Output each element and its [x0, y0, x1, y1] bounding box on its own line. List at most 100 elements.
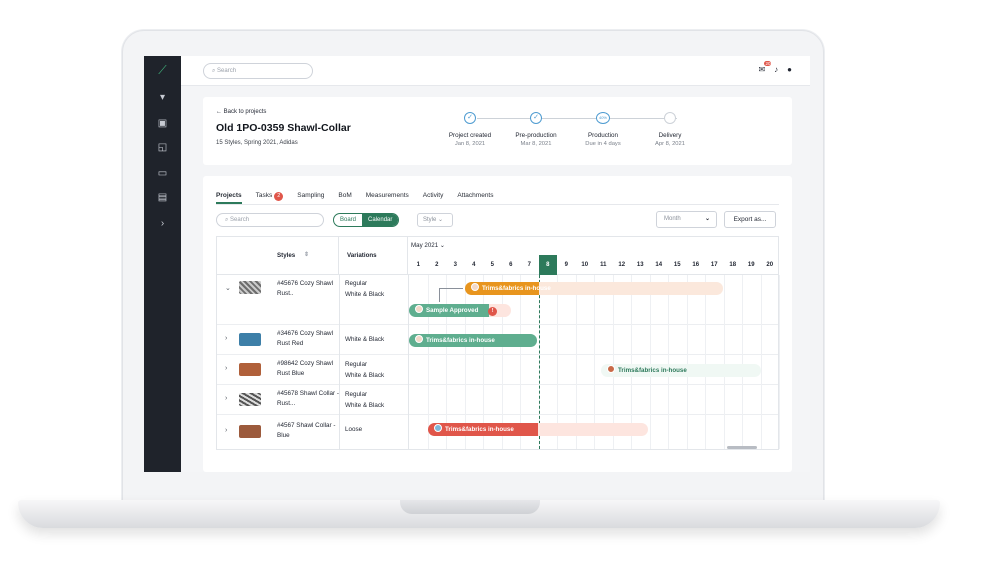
day-cell[interactable]: 8 [538, 255, 557, 275]
mail-icon[interactable]: ✉ 20 [758, 61, 772, 74]
day-cell[interactable]: 16 [687, 255, 706, 275]
chevron-right-icon[interactable]: › [225, 395, 227, 402]
briefcase-icon[interactable]: ▣ [156, 118, 169, 130]
month-select-label: Month [664, 216, 681, 222]
app-screen: ⟋ ▾ ▣ ◱ ▭ ▤ › ⌕ Search ✉ 20 ♪ ● ← Back to… [144, 56, 810, 472]
step-label: Pre-production [515, 132, 557, 139]
style-filter-select[interactable]: Style ⌄ [417, 213, 453, 227]
step-label: Production [587, 132, 619, 139]
sort-icon[interactable]: ⇕ [304, 251, 309, 258]
variations-column-header: Variations [339, 237, 408, 275]
chevron-down-icon[interactable]: ⌄ [225, 284, 231, 292]
day-gridline [686, 275, 688, 449]
variation-color: White & Black [345, 336, 385, 343]
day-cell[interactable]: 14 [650, 255, 669, 275]
variations-header-label: Variations [347, 252, 377, 259]
task-bar[interactable]: Trims&fabrics in-house [428, 423, 648, 436]
step-date: Jan 8, 2021 [454, 141, 486, 147]
month-select[interactable]: Month ⌄ [656, 211, 717, 228]
day-gridline [779, 275, 780, 449]
shirt-icon[interactable]: ▾ [156, 92, 169, 104]
day-cell[interactable]: 10 [576, 255, 595, 275]
variation-list: Regular White & Black [345, 359, 384, 381]
task-bar-label: Trims&fabrics in-house [426, 337, 495, 344]
top-icons: ✉ 20 ♪ ● [758, 61, 792, 74]
day-cell[interactable]: 11 [594, 255, 613, 275]
task-bar[interactable]: Sample Approved ! [409, 304, 511, 317]
back-link[interactable]: ← Back to projects [216, 109, 266, 115]
day-gridline [760, 275, 762, 449]
day-gridline [668, 275, 669, 449]
task-bar[interactable]: Trims&fabrics in-house [409, 334, 537, 347]
avatar [471, 283, 479, 291]
task-bar[interactable]: Trims&fabrics in-house [465, 282, 723, 295]
bell-icon[interactable]: ♪ [774, 65, 778, 74]
page-title: Old 1PO-0359 Shawl-Collar [216, 122, 351, 134]
chevron-right-icon[interactable]: › [225, 335, 227, 342]
step-date: Apr 8, 2021 [655, 141, 685, 147]
inbox-icon[interactable]: ▤ [156, 192, 169, 204]
calendar-view-button[interactable]: Calendar [362, 214, 399, 226]
variation-color: White & Black [345, 372, 385, 379]
step-date: Due in 4 days [585, 141, 621, 147]
day-cell[interactable]: 9 [557, 255, 576, 275]
day-cell[interactable]: 6 [502, 255, 521, 275]
tab-measurements[interactable]: Measurements [366, 192, 409, 204]
day-cell[interactable]: 17 [705, 255, 724, 275]
variation-color: White & Black [345, 402, 385, 409]
tab-bom[interactable]: BoM [338, 192, 351, 204]
day-cell[interactable]: 12 [613, 255, 632, 275]
day-cell[interactable]: 3 [446, 255, 465, 275]
variation-list: Regular White & Black [345, 278, 384, 300]
logo-icon: ⟋ [158, 63, 167, 77]
board-view-button[interactable]: Board [334, 214, 362, 226]
horizontal-scrollbar[interactable] [727, 446, 757, 449]
dependency-arrow [439, 288, 463, 302]
day-cell[interactable]: 13 [631, 255, 650, 275]
day-cell[interactable]: 5 [483, 255, 502, 275]
column-divider [339, 275, 340, 449]
folder-icon[interactable]: ▭ [156, 168, 169, 180]
tab-tasks[interactable]: Tasks 2 [256, 192, 284, 204]
search-input[interactable]: ⌕ Search [203, 63, 313, 79]
progress-ring-icon: 40% [596, 112, 610, 124]
style-name: #34676 Cozy Shawl Rust Red [277, 330, 334, 347]
user-icon[interactable]: ● [787, 65, 792, 74]
day-cell[interactable]: 18 [724, 255, 743, 275]
day-gridline [705, 275, 706, 449]
style-filter-label: Style [423, 217, 437, 223]
calendar-search-input[interactable]: ⌕ Search [216, 213, 324, 227]
day-cell[interactable]: 2 [428, 255, 447, 275]
back-label: Back to projects [223, 109, 267, 115]
export-button[interactable]: Export as... [724, 211, 776, 228]
tab-activity[interactable]: Activity [423, 192, 444, 204]
styles-column-header[interactable]: Styles ⇕ [217, 237, 339, 275]
laptop-notch [400, 500, 540, 514]
task-bar[interactable]: Trims&fabrics in-house [601, 364, 761, 377]
tag-icon[interactable]: ◱ [156, 142, 169, 154]
task-bar-label: Trims&fabrics in-house [482, 285, 551, 292]
chevron-right-icon[interactable]: › [156, 218, 169, 230]
progress-stepper: ✓ Project created Jan 8, 2021 ✓ Pre-prod… [435, 111, 705, 151]
chevron-right-icon[interactable]: › [225, 365, 227, 372]
alert-badge: ! [488, 307, 498, 316]
month-label[interactable]: May 2021 ⌄ [411, 242, 445, 249]
tab-projects[interactable]: Projects [216, 192, 242, 204]
avatar [607, 365, 615, 373]
tab-sampling[interactable]: Sampling [297, 192, 324, 204]
day-cell[interactable]: 4 [465, 255, 484, 275]
day-cell[interactable]: 7 [520, 255, 539, 275]
day-cell[interactable]: 19 [742, 255, 761, 275]
chevron-right-icon[interactable]: › [225, 427, 227, 434]
table-row[interactable]: › #45678 Shawl Collar - Rust... Regular W… [217, 385, 778, 415]
step-date: Mar 8, 2021 [520, 141, 552, 147]
day-cell[interactable]: 15 [668, 255, 687, 275]
day-cell[interactable]: 1 [409, 255, 428, 275]
tab-attachments[interactable]: Attachments [457, 192, 493, 204]
check-icon: ✓ [464, 112, 476, 124]
tab-label: Tasks [255, 192, 273, 199]
search-placeholder: Search [217, 68, 237, 74]
sidebar: ⟋ ▾ ▣ ◱ ▭ ▤ › [144, 56, 181, 472]
style-thumbnail [239, 393, 261, 406]
day-cell[interactable]: 20 [761, 255, 780, 275]
